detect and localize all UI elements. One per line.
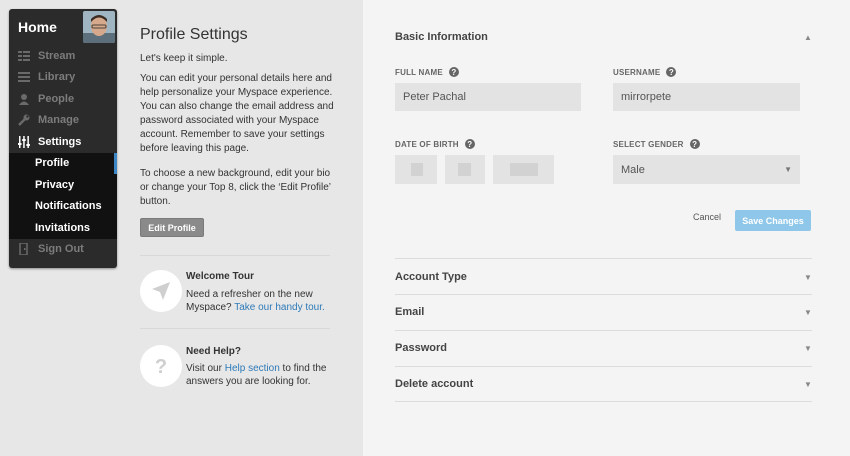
select-gender-label: SELECT GENDER?	[613, 139, 700, 149]
nav-sub-profile[interactable]: Profile	[9, 152, 117, 174]
need-help-pre: Visit our	[186, 363, 225, 374]
avatar[interactable]	[83, 11, 115, 43]
section-delete-account[interactable]: Delete account	[395, 378, 473, 390]
nav-item-settings[interactable]: Settings	[9, 131, 117, 153]
nav-sub-label: Invitations	[35, 221, 91, 234]
dob-year-select[interactable]	[493, 155, 554, 184]
section-divider	[395, 330, 812, 331]
sidebar-nav: Home Stream Library People Manage Settin…	[9, 9, 117, 268]
chevron-down-icon: ▼	[784, 165, 792, 174]
library-icon	[18, 71, 30, 83]
welcome-tour-text: Need a refresher on the new Myspace? Tak…	[186, 288, 336, 314]
help-section-link[interactable]: Help section	[225, 363, 280, 374]
edit-profile-button[interactable]: Edit Profile	[140, 218, 204, 237]
chevron-down-icon[interactable]: ▼	[804, 273, 812, 282]
section-divider	[395, 258, 812, 259]
help-icon[interactable]: ?	[464, 139, 475, 149]
nav-item-sign-out[interactable]: Sign Out	[9, 239, 117, 261]
nav-item-label: Manage	[38, 114, 79, 127]
nav-item-label: Library	[38, 71, 76, 84]
section-account-type[interactable]: Account Type	[395, 271, 467, 283]
chevron-down-icon[interactable]: ▼	[804, 308, 812, 317]
section-password[interactable]: Password	[395, 342, 447, 354]
dob-month-select[interactable]	[395, 155, 437, 184]
nav-sub-invitations[interactable]: Invitations	[9, 217, 117, 239]
sign-out-icon	[18, 242, 30, 256]
page-subtitle: Let's keep it simple.	[140, 53, 228, 64]
nav-item-library[interactable]: Library	[9, 67, 117, 89]
nav-home[interactable]: Home	[9, 9, 117, 45]
nav-item-label: Sign Out	[38, 243, 84, 256]
help-badge: ?	[140, 345, 182, 387]
nav-home-label: Home	[18, 19, 57, 35]
username-input[interactable]	[613, 83, 800, 111]
help-icon[interactable]: ?	[689, 139, 700, 149]
nav-item-label: Settings	[38, 135, 82, 148]
nav-sub-privacy[interactable]: Privacy	[9, 174, 117, 196]
username-label: USERNAME?	[613, 67, 677, 77]
wrench-icon	[18, 114, 30, 127]
stream-icon	[18, 50, 30, 62]
section-basic-information[interactable]: Basic Information	[395, 31, 488, 43]
svg-text:?: ?	[155, 356, 167, 377]
nav-item-manage[interactable]: Manage	[9, 110, 117, 132]
date-of-birth-label: DATE OF BIRTH?	[395, 139, 475, 149]
save-changes-button[interactable]: Save Changes	[735, 210, 811, 231]
select-gender-label-text: SELECT GENDER	[613, 139, 684, 149]
divider	[140, 255, 330, 256]
full-name-input[interactable]	[395, 83, 581, 111]
tour-badge	[140, 270, 182, 312]
section-divider	[395, 401, 812, 402]
nav-sub-notifications[interactable]: Notifications	[9, 195, 117, 217]
nav-item-people[interactable]: People	[9, 88, 117, 110]
nav-item-label: Stream	[38, 49, 76, 62]
question-mark-icon: ?	[155, 356, 167, 377]
nav-item-stream[interactable]: Stream	[9, 45, 117, 67]
need-help-text: Visit our Help section to find the answe…	[186, 362, 336, 388]
sliders-icon	[18, 135, 30, 148]
nav-sub-label: Privacy	[35, 178, 75, 191]
gender-select[interactable]: Male ▼	[613, 155, 800, 184]
help-icon[interactable]: ?	[448, 67, 459, 77]
full-name-label: FULL NAME?	[395, 67, 459, 77]
gender-select-value: Male	[621, 163, 645, 176]
nav-item-label: People	[38, 92, 75, 105]
info-paragraph: You can edit your personal details here …	[140, 73, 334, 154]
cancel-button[interactable]: Cancel	[693, 212, 721, 222]
need-help-title: Need Help?	[186, 346, 242, 357]
people-icon	[18, 93, 30, 105]
info-paragraph-background: To choose a new background, edit your bi…	[140, 168, 331, 207]
chevron-down-icon[interactable]: ▼	[804, 344, 812, 353]
section-divider	[395, 366, 812, 367]
navigation-arrow-icon	[152, 282, 170, 300]
welcome-tour-title: Welcome Tour	[186, 271, 254, 282]
date-of-birth-label-text: DATE OF BIRTH	[395, 139, 459, 149]
username-label-text: USERNAME	[613, 67, 661, 77]
help-icon[interactable]: ?	[666, 67, 677, 77]
nav-sub-label: Notifications	[35, 200, 102, 213]
chevron-down-icon[interactable]: ▼	[804, 380, 812, 389]
section-divider	[395, 294, 812, 295]
page-title: Profile Settings	[140, 26, 248, 43]
tour-link[interactable]: Take our handy tour.	[234, 302, 325, 313]
section-email[interactable]: Email	[395, 306, 424, 318]
dob-day-select[interactable]	[445, 155, 485, 184]
divider	[140, 328, 330, 329]
full-name-label-text: FULL NAME	[395, 67, 443, 77]
chevron-up-icon[interactable]: ▲	[804, 33, 812, 42]
nav-sub-label: Profile	[35, 157, 70, 170]
